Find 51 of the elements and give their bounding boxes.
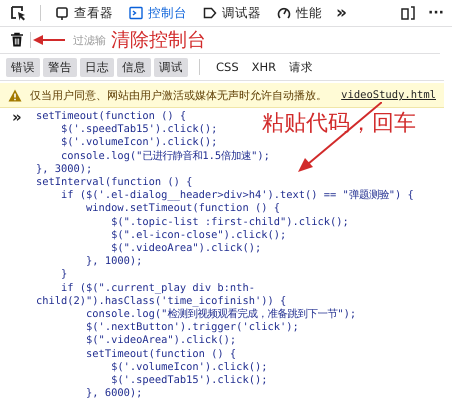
- code-line: }, 6000);: [85, 387, 142, 400]
- code-line: }, 1000);: [85, 255, 142, 268]
- code-line: console.log("已进行静音和1.5倍加速");: [60, 150, 270, 163]
- devtools-tab[interactable]: 查看器: [47, 0, 121, 26]
- console-icon: [129, 6, 143, 20]
- code-line: $(".el-icon-close").click();: [110, 228, 286, 242]
- filter-toggle[interactable]: 警告: [43, 58, 77, 76]
- warning-icon: [8, 88, 22, 102]
- code-line: $(".videoArea").click();: [110, 242, 262, 256]
- code-line: }, 3000);: [36, 162, 92, 176]
- code-line: console.log("检测到视频观看完成，准备跳到下一节");: [85, 308, 356, 322]
- source-link[interactable]: videoStudy.html: [341, 89, 436, 101]
- code-line: setTimeout(function () {: [85, 348, 236, 361]
- filter-toggle[interactable]: 信息: [117, 58, 151, 76]
- code-line: setInterval(function () {: [36, 176, 192, 190]
- filter-toggle[interactable]: 错误: [6, 58, 40, 76]
- code-line: }: [60, 268, 68, 282]
- filter-toggle[interactable]: 日志: [80, 58, 114, 76]
- filter-input[interactable]: 过滤输: [73, 34, 109, 46]
- code-line: if ($(".current_play div b:nth-: [60, 282, 255, 295]
- overflow-button[interactable]: »: [330, 3, 353, 23]
- code-line: $(".topic-list :first-child").click();: [110, 216, 349, 229]
- devtools-tab[interactable]: 性能: [269, 0, 330, 26]
- annotation-arrow: [33, 35, 65, 45]
- input-prompt: »: [12, 110, 23, 128]
- code-line: $('.volumeIcon').click();: [110, 360, 268, 374]
- devtools-tab[interactable]: 控制台: [121, 0, 195, 26]
- code-line: window.setTimeout(function () {: [85, 202, 280, 216]
- debugger-icon: [203, 6, 217, 20]
- code-line: $(".videoArea").click();: [85, 334, 236, 348]
- gauge-icon: [277, 6, 291, 20]
- annotation-text: 清除控制台: [111, 28, 206, 53]
- filter-toggle[interactable]: 请求: [284, 58, 318, 76]
- filter-toggle[interactable]: CSS: [211, 58, 244, 76]
- inspector-icon: [55, 6, 69, 20]
- responsive-design-icon[interactable]: [400, 5, 416, 21]
- filter-toggle[interactable]: XHR: [246, 58, 282, 76]
- trash-icon[interactable]: [10, 32, 24, 48]
- more-menu-button[interactable]: ···: [426, 5, 446, 21]
- code-line: $('.nextButton').trigger('click');: [85, 321, 299, 334]
- warning-text: 仅当用户同意、网站由用户激活或媒体无声时允许自动播放。: [30, 88, 328, 102]
- element-picker-icon[interactable]: [10, 5, 26, 21]
- code-line: $('.speedTab15').click();: [110, 374, 268, 388]
- code-line: $('.volumeIcon').click();: [60, 136, 218, 150]
- filter-toggle[interactable]: 调试: [154, 58, 188, 76]
- code-line: setTimeout(function () {: [36, 110, 186, 124]
- code-line: if ($('.el-dialog__header>div>h4').text() == "弹题测验") {: [60, 189, 414, 202]
- code-line: child(2)").hasClass('time_icofinish')) {: [36, 294, 286, 308]
- code-line: $('.speedTab15').click();: [60, 123, 218, 136]
- devtools-tab[interactable]: 调试器: [195, 0, 269, 26]
- annotation-text: 粘贴代码，回车: [262, 110, 416, 138]
